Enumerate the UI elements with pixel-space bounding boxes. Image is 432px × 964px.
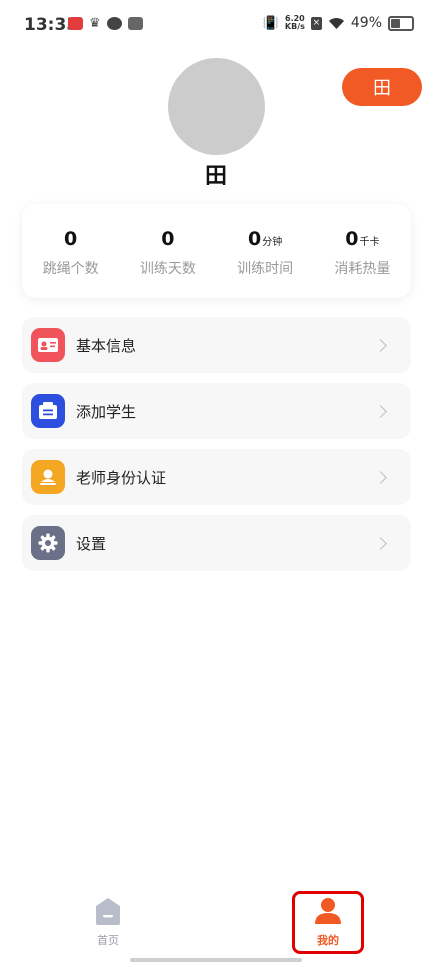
avatar[interactable] [168, 58, 265, 155]
tab-home[interactable]: 首页 [68, 896, 148, 948]
home-indicator[interactable] [130, 958, 302, 962]
stat-label: 消耗热量 [334, 261, 391, 277]
stat-calories: 0 千卡 消耗热量 [314, 204, 411, 298]
chevron-right-icon [374, 338, 387, 352]
menu-basic-info[interactable]: 基本信息 [22, 317, 411, 373]
stat-training-days: 0 训练天数 [119, 204, 216, 298]
stat-label: 训练天数 [139, 261, 196, 277]
stat-value: 0 [161, 228, 175, 250]
stat-unit: 千卡 [359, 237, 380, 248]
chevron-right-icon [374, 470, 387, 484]
teacher-verify-icon [31, 460, 65, 494]
menu-label: 基本信息 [76, 336, 137, 355]
vibrate-icon: 📳 [262, 15, 279, 31]
status-right: 📳 6.20 KB/s × 49% [263, 15, 414, 31]
stat-value: 0 [64, 228, 78, 250]
wifi-icon [328, 17, 344, 29]
stat-unit: 分钟 [262, 237, 283, 248]
stat-value: 0 [345, 228, 359, 250]
scan-button[interactable]: 田 [342, 68, 422, 106]
stat-label: 跳绳个数 [42, 261, 99, 277]
stat-value: 0 [248, 228, 262, 250]
sync-icon [106, 17, 122, 30]
gear-icon [31, 526, 65, 560]
net-speed: 6.20 KB/s [285, 15, 305, 31]
notification-icons: ♛ [68, 17, 143, 30]
grid-icon: 田 [373, 78, 391, 99]
add-student-icon [31, 394, 65, 428]
app-badge-icon [127, 17, 143, 30]
stat-jump-count: 0 跳绳个数 [22, 204, 119, 298]
menu-settings[interactable]: 设置 [22, 515, 411, 571]
tab-label: 首页 [97, 934, 119, 947]
stat-training-time: 0 分钟 训练时间 [217, 204, 314, 298]
no-sim-icon: × [310, 16, 322, 30]
menu-label: 设置 [76, 534, 107, 553]
app-notification-icon [68, 17, 83, 30]
menu-add-student[interactable]: 添加学生 [22, 383, 411, 439]
net-speed-unit: KB/s [284, 22, 305, 31]
menu-label: 老师身份认证 [76, 468, 167, 487]
id-card-icon [31, 328, 65, 362]
username: 田 [204, 164, 227, 189]
battery-icon [388, 15, 414, 31]
menu-teacher-verify[interactable]: 老师身份认证 [22, 449, 411, 505]
battery-percent: 49% [350, 15, 382, 31]
status-bar: 13:35 ♛ 📳 6.20 KB/s × 49% [0, 0, 432, 50]
highlight-box [292, 891, 364, 954]
stats-card: 0 跳绳个数 0 训练天数 0 分钟 训练时间 0 千卡 消耗热量 [22, 204, 411, 298]
stat-label: 训练时间 [237, 261, 294, 277]
crown-icon: ♛ [89, 16, 101, 31]
menu-label: 添加学生 [76, 402, 137, 421]
chevron-right-icon [374, 404, 387, 418]
chevron-right-icon [374, 536, 387, 550]
home-icon [96, 898, 120, 925]
